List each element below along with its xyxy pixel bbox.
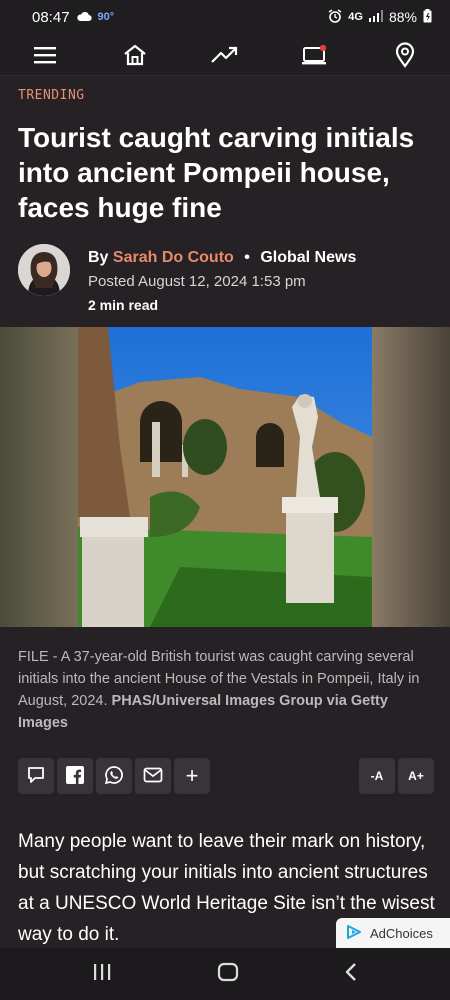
home-icon[interactable] [113, 34, 157, 76]
status-temperature: 90° [97, 11, 115, 23]
share-toolbar: + -A A+ [18, 758, 434, 794]
alarm-icon [328, 8, 342, 26]
outlet-name: Global News [260, 249, 357, 266]
image-caption: FILE - A 37-year-old British tourist was… [18, 646, 438, 734]
byline-author-line: By Sarah Do Couto • Global News [88, 246, 356, 270]
more-share-button[interactable]: + [174, 758, 210, 794]
status-bar: 08:47 90° 4G 88% [0, 0, 450, 34]
article-headline: Tourist caught carving initials into anc… [18, 122, 415, 223]
adchoices-icon [346, 924, 362, 943]
signal-icon [368, 9, 383, 25]
hero-image[interactable] [0, 327, 450, 627]
author-avatar[interactable] [18, 244, 70, 296]
watch-icon[interactable] [293, 34, 337, 76]
facebook-icon [66, 765, 84, 787]
whatsapp-share-button[interactable] [96, 758, 132, 794]
comment-icon [27, 766, 45, 786]
system-navigation-bar [0, 948, 450, 1000]
article-kicker[interactable]: TRENDING [18, 88, 85, 103]
email-share-button[interactable] [135, 758, 171, 794]
byline-prefix: By [88, 249, 109, 266]
facebook-share-button[interactable] [57, 758, 93, 794]
posted-date: Posted August 12, 2024 1:53 pm [88, 273, 306, 290]
status-left: 08:47 90° [32, 9, 114, 26]
recent-apps-icon[interactable] [92, 963, 112, 986]
author-link[interactable]: Sarah Do Couto [113, 249, 234, 266]
read-time: 2 min read [88, 297, 159, 313]
menu-icon[interactable] [23, 34, 67, 76]
font-increase-button[interactable]: A+ [398, 758, 434, 794]
byline-text: By Sarah Do Couto • Global News Posted A… [88, 246, 356, 316]
battery-icon [423, 8, 432, 26]
cloud-icon [76, 9, 92, 26]
back-icon[interactable] [344, 962, 358, 987]
battery-percent: 88% [388, 9, 417, 25]
byline: By Sarah Do Couto • Global News Posted A… [18, 244, 438, 314]
email-icon [143, 767, 163, 786]
location-icon[interactable] [383, 34, 427, 76]
adchoices-badge[interactable]: AdChoices [336, 918, 450, 948]
adchoices-label: AdChoices [370, 925, 433, 941]
font-decrease-button[interactable]: -A [359, 758, 395, 794]
status-right: 4G 88% [328, 8, 432, 26]
trending-icon[interactable] [203, 34, 247, 76]
network-label: 4G [348, 11, 363, 23]
whatsapp-icon [104, 765, 124, 788]
status-time: 08:47 [32, 8, 70, 26]
home-button-icon[interactable] [217, 962, 239, 987]
comment-button[interactable] [18, 758, 54, 794]
byline-separator: • [244, 249, 250, 266]
app-nav-bar [0, 34, 450, 76]
